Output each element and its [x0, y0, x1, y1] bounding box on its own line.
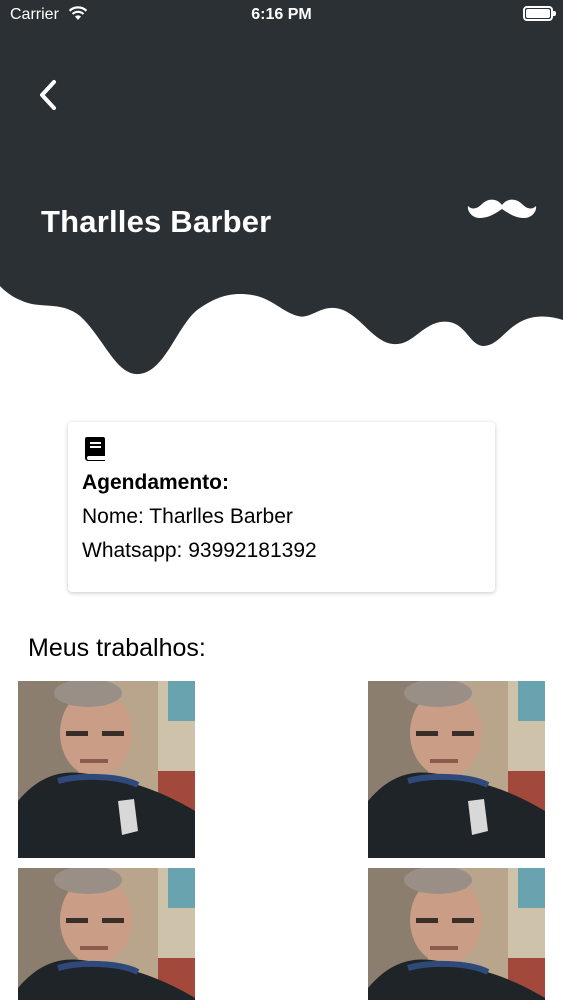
back-button[interactable] [34, 76, 66, 114]
status-bar: Carrier 6:16 PM [0, 0, 563, 30]
page-title: Tharlles Barber [41, 204, 272, 239]
works-title: Meus trabalhos: [28, 634, 206, 662]
mustache-icon [467, 199, 537, 218]
book-icon [85, 437, 105, 461]
portrait-image [18, 681, 195, 858]
work-photo[interactable] [18, 868, 195, 1000]
battery-icon [523, 6, 556, 21]
booking-name: Nome: Tharlles Barber [82, 505, 293, 528]
clock: 6:16 PM [251, 6, 312, 23]
header: Carrier 6:16 PM Tharlles Barber [0, 0, 563, 380]
portrait-image [368, 868, 545, 1000]
booking-card: Agendamento: Nome: Tharlles Barber Whats… [68, 422, 495, 592]
portrait-image [368, 681, 545, 858]
portrait-image [18, 868, 195, 1000]
work-photo[interactable] [18, 681, 195, 858]
work-photo[interactable] [368, 868, 545, 1000]
header-drip-background [0, 0, 563, 375]
work-photo[interactable] [368, 681, 545, 858]
booking-whatsapp[interactable]: Whatsapp: 93992181392 [82, 539, 317, 563]
booking-heading: Agendamento: [82, 471, 229, 494]
chevron-left-icon [40, 80, 56, 110]
